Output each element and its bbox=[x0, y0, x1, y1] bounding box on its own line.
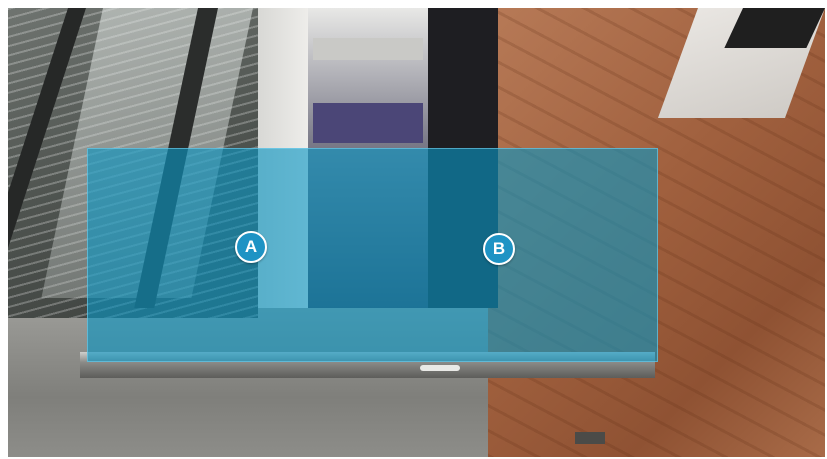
floor-drain bbox=[575, 432, 605, 444]
lower-level-balcony bbox=[313, 38, 423, 60]
highlight-overlay bbox=[87, 148, 658, 362]
marker-a[interactable]: A bbox=[235, 231, 267, 263]
base-highlight bbox=[420, 365, 460, 371]
marker-b[interactable]: B bbox=[483, 233, 515, 265]
lower-level-floor bbox=[313, 103, 423, 143]
